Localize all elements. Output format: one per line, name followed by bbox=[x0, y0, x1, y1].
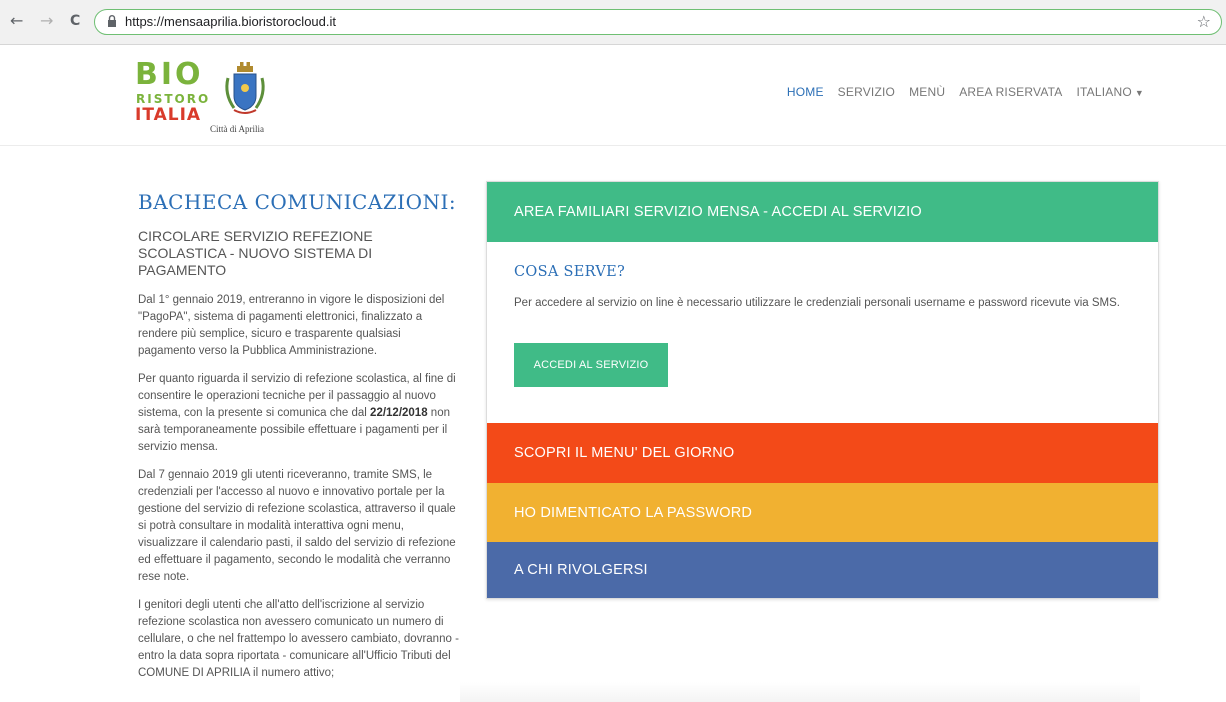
page-bottom-shadow bbox=[460, 682, 1140, 702]
reload-icon[interactable]: C bbox=[70, 13, 80, 29]
access-service-button[interactable]: ACCEDI AL SERVIZIO bbox=[514, 343, 668, 387]
logo-city-text: Città di Aprilia bbox=[210, 124, 264, 134]
chevron-down-icon: ▼ bbox=[1134, 88, 1144, 98]
service-panel: AREA FAMILIARI SERVIZIO MENSA - ACCEDI A… bbox=[486, 181, 1159, 599]
nav-servizio[interactable]: SERVIZIO bbox=[838, 85, 895, 99]
browser-toolbar: ← → C https://mensaaprilia.bioristoroclo… bbox=[0, 0, 1226, 45]
lock-icon bbox=[108, 15, 116, 27]
address-bar[interactable]: https://mensaaprilia.bioristorocloud.it … bbox=[94, 9, 1222, 35]
city-crest-icon bbox=[225, 62, 265, 114]
notice-paragraph-2: Per quanto riguarda il servizio di refez… bbox=[138, 371, 460, 456]
bookmark-star-icon[interactable]: ☆ bbox=[1197, 12, 1211, 31]
language-label: ITALIANO bbox=[1076, 85, 1132, 99]
daily-menu-bar[interactable]: SCOPRI IL MENU' DEL GIORNO bbox=[487, 423, 1158, 483]
site-header: BIO RISTORO ITALIA Città di Aprilia HOME… bbox=[0, 45, 1226, 146]
access-service-bar[interactable]: AREA FAMILIARI SERVIZIO MENSA - ACCEDI A… bbox=[487, 182, 1158, 242]
cosa-serve-title: COSA SERVE? bbox=[514, 264, 626, 280]
contact-bar[interactable]: A CHI RIVOLGERSI bbox=[487, 542, 1158, 598]
site-logo[interactable]: BIO RISTORO ITALIA Città di Aprilia bbox=[135, 57, 285, 137]
suspension-date: 22/12/2018 bbox=[370, 407, 428, 419]
url-text: https://mensaaprilia.bioristorocloud.it bbox=[125, 14, 336, 29]
circular-title: CIRCOLARE SERVIZIO REFEZIONE SCOLASTICA … bbox=[138, 228, 373, 278]
forgot-password-bar[interactable]: HO DIMENTICATO LA PASSWORD bbox=[487, 483, 1158, 542]
cosa-serve-text: Per accedere al servizio on line è neces… bbox=[514, 297, 1120, 309]
logo-italia-text: ITALIA bbox=[135, 105, 202, 125]
cosa-serve-section: COSA SERVE? Per accedere al servizio on … bbox=[487, 242, 1158, 423]
notice-paragraph-4: I genitori degli utenti che all'atto del… bbox=[138, 599, 459, 679]
forward-arrow-icon[interactable]: → bbox=[40, 13, 53, 29]
nav-language-dropdown[interactable]: ITALIANO ▼ bbox=[1077, 85, 1145, 99]
board-title: BACHECA COMUNICAZIONI: bbox=[138, 190, 457, 214]
logo-ristoro-text: RISTORO bbox=[136, 92, 211, 106]
back-arrow-icon[interactable]: ← bbox=[10, 13, 23, 29]
nav-home[interactable]: HOME bbox=[787, 85, 824, 99]
notice-board: BACHECA COMUNICAZIONI: CIRCOLARE SERVIZI… bbox=[138, 190, 460, 693]
notice-paragraph-1: Dal 1° gennaio 2019, entreranno in vigor… bbox=[138, 294, 445, 357]
notice-paragraph-3: Dal 7 gennaio 2019 gli utenti riceverann… bbox=[138, 469, 456, 583]
main-nav: HOME SERVIZIO MENÙ AREA RISERVATA ITALIA… bbox=[773, 85, 1144, 99]
nav-area-riservata[interactable]: AREA RISERVATA bbox=[959, 85, 1062, 99]
nav-menu[interactable]: MENÙ bbox=[909, 85, 945, 99]
logo-bio-text: BIO bbox=[135, 57, 204, 92]
